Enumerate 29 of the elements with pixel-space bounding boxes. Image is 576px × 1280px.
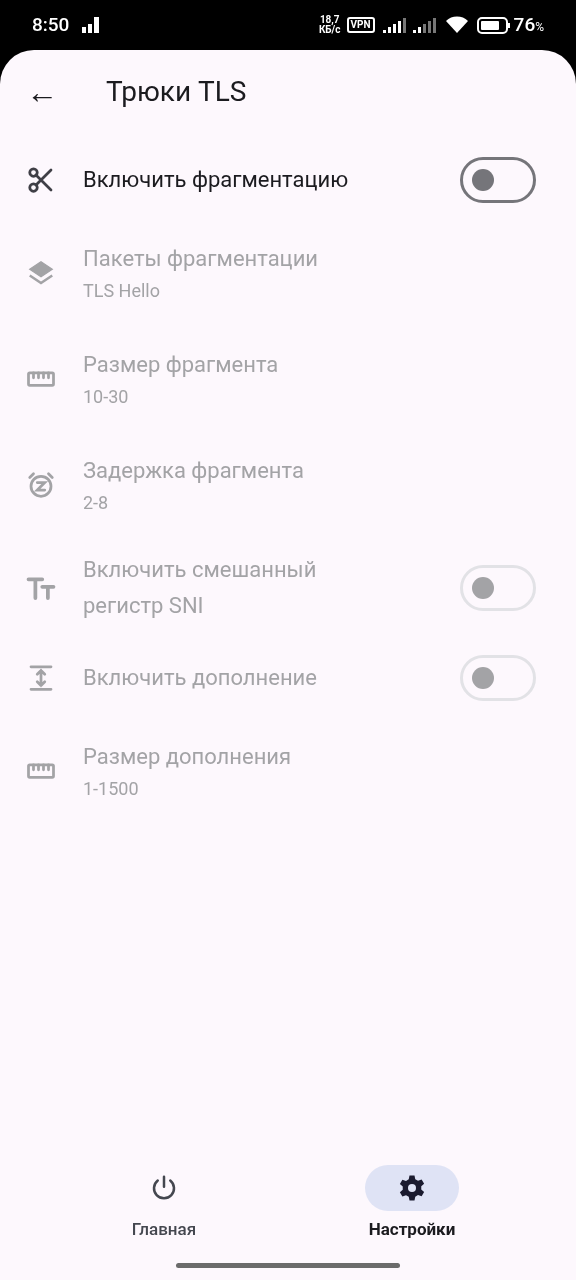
screen-title: Трюки TLS [106,74,247,110]
setting-title: Пакеты фрагментации [83,245,320,273]
signal-icon [382,17,407,33]
setting-value: 2-8 [83,491,110,515]
battery-icon [476,16,511,34]
speed-unit: КБ/с [318,25,341,35]
setting-title: Задержка фрагмента [83,457,305,485]
alarm-icon [26,470,56,500]
setting-title: Размер фрагмента [83,351,280,379]
speed-value: 18,7 [319,15,340,25]
clock: 8:50 [32,11,70,38]
settings-icon [397,1173,427,1203]
wifi-icon [444,16,469,34]
setting-title: Размер дополнения [83,743,293,771]
setting-title: Включить смешанный регистр SNI [83,556,318,620]
toggle-switch[interactable] [460,157,536,203]
signal-icon [81,17,102,33]
battery-percent-sign: % [535,20,544,36]
battery-level: 76 [513,11,536,38]
vpn-badge: VPN [346,17,375,33]
back-button[interactable]: ← [26,76,56,108]
signal-icon [412,17,437,33]
setting-title: Включить дополнение [83,664,318,692]
setting-title: Включить фрагментацию [83,166,350,194]
nav-tab[interactable]: Настройки [342,1165,482,1255]
setting-value: TLS Hello [83,279,161,303]
setting-value: 1-1500 [83,777,140,801]
nav-tab[interactable]: Главная [94,1165,234,1255]
setting-value: 10-30 [83,385,130,409]
